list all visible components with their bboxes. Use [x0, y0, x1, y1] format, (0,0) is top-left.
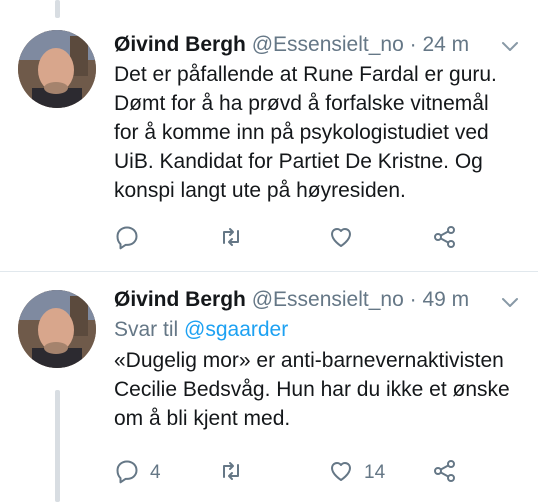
- chevron-down-icon[interactable]: [500, 36, 520, 56]
- retweet-icon: [218, 224, 244, 255]
- reply-context: Svar til @sgaarder: [114, 318, 288, 342]
- tweet-text: «Dugelig mor» er anti-barnevernaktiviste…: [114, 349, 510, 430]
- tweet-actions: 4 14: [114, 458, 514, 488]
- like-count: 14: [364, 462, 386, 483]
- reply-prefix: Svar til: [114, 318, 179, 341]
- share-button[interactable]: [432, 224, 458, 254]
- separator: ·: [409, 33, 417, 56]
- author-name[interactable]: Øivind Bergh: [114, 288, 246, 311]
- retweet-button[interactable]: [218, 458, 254, 488]
- tweet-header: Øivind Bergh @Essensielt_no · 49 m: [114, 288, 469, 312]
- share-icon: [432, 224, 458, 255]
- timestamp[interactable]: 49 m: [422, 288, 469, 311]
- tweet-text: Det er påfallende at Rune Fardal er guru…: [114, 63, 497, 202]
- like-button[interactable]: [328, 224, 364, 254]
- separator: ·: [409, 288, 417, 311]
- chevron-down-icon[interactable]: [500, 292, 520, 312]
- author-handle[interactable]: @Essensielt_no: [252, 33, 404, 56]
- tweet-header: Øivind Bergh @Essensielt_no · 24 m: [114, 33, 469, 57]
- reply-count: 4: [150, 462, 161, 483]
- retweet-icon: [218, 458, 244, 489]
- author-handle[interactable]: @Essensielt_no: [252, 288, 404, 311]
- reply-icon: [114, 458, 140, 489]
- reply-button[interactable]: 4: [114, 458, 161, 488]
- like-button[interactable]: 14: [328, 458, 385, 488]
- author-name[interactable]: Øivind Bergh: [114, 33, 246, 56]
- like-icon: [328, 224, 354, 255]
- reply-handle-link[interactable]: @sgaarder: [184, 318, 288, 341]
- reply-icon: [114, 224, 140, 255]
- timestamp[interactable]: 24 m: [422, 33, 469, 56]
- share-button[interactable]: [432, 458, 458, 488]
- avatar[interactable]: [18, 290, 96, 368]
- reply-button[interactable]: [114, 224, 150, 254]
- avatar[interactable]: [18, 30, 96, 108]
- tweet[interactable]: Øivind Bergh @Essensielt_no · 24 m Det e…: [0, 0, 538, 270]
- tweet[interactable]: Øivind Bergh @Essensielt_no · 49 m Svar …: [0, 272, 538, 502]
- share-icon: [432, 458, 458, 489]
- retweet-button[interactable]: [218, 224, 254, 254]
- like-icon: [328, 458, 354, 489]
- tweet-actions: [114, 224, 514, 254]
